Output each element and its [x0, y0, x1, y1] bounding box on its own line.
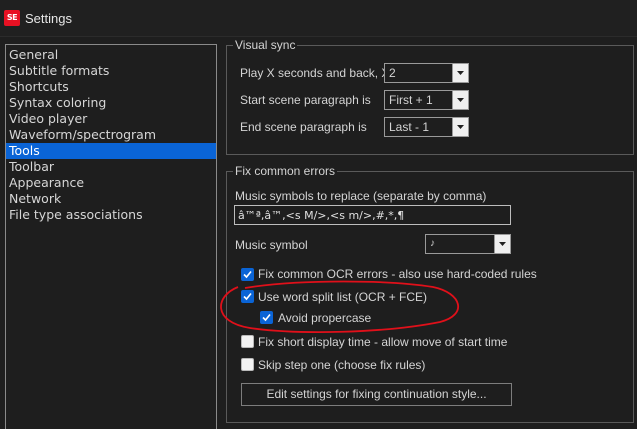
chevron-down-icon[interactable] [452, 64, 468, 82]
play-seconds-label: Play X seconds and back, X is [240, 66, 402, 80]
fix-ocr-errors-label: Fix common OCR errors - also use hard-co… [258, 267, 537, 281]
use-word-split-label: Use word split list (OCR + FCE) [258, 290, 428, 304]
chevron-down-icon[interactable] [452, 118, 468, 136]
nav-item-appearance[interactable]: Appearance [6, 175, 216, 191]
nav-item-video-player[interactable]: Video player [6, 111, 216, 127]
nav-item-general[interactable]: General [6, 47, 216, 63]
nav-item-waveform-spectrogram[interactable]: Waveform/spectrogram [6, 127, 216, 143]
avoid-propercase-checkbox[interactable] [260, 311, 273, 324]
fix-short-display-label: Fix short display time - allow move of s… [258, 335, 508, 349]
visual-sync-title: Visual sync [233, 38, 298, 52]
end-scene-label: End scene paragraph is [240, 120, 367, 134]
fix-ocr-errors-checkbox[interactable] [241, 268, 254, 281]
music-symbol-label: Music symbol [235, 238, 308, 252]
nav-item-syntax-coloring[interactable]: Syntax coloring [6, 95, 216, 111]
start-scene-label: Start scene paragraph is [240, 93, 371, 107]
music-symbol-select[interactable]: ♪ [425, 234, 511, 254]
avoid-propercase-label: Avoid propercase [278, 311, 372, 325]
chevron-down-icon[interactable] [452, 91, 468, 109]
play-seconds-select[interactable]: 2 [384, 63, 469, 83]
fix-short-display-checkbox[interactable] [241, 335, 254, 348]
play-seconds-value: 2 [389, 66, 396, 80]
nav-item-toolbar[interactable]: Toolbar [6, 159, 216, 175]
start-scene-value: First + 1 [389, 93, 433, 107]
end-scene-value: Last - 1 [389, 120, 430, 134]
music-symbol-value: ♪ [430, 238, 435, 249]
nav-item-network[interactable]: Network [6, 191, 216, 207]
music-symbols-label: Music symbols to replace (separate by co… [235, 189, 487, 203]
skip-step-one-label: Skip step one (choose fix rules) [258, 358, 426, 372]
window-title: Settings [25, 11, 72, 26]
music-symbols-input[interactable] [235, 206, 510, 224]
edit-continuation-style-button[interactable]: Edit settings for fixing continuation st… [241, 383, 512, 406]
skip-step-one-checkbox[interactable] [241, 358, 254, 371]
start-scene-select[interactable]: First + 1 [384, 90, 469, 110]
fix-common-errors-title: Fix common errors [233, 164, 338, 178]
chevron-down-icon[interactable] [494, 235, 510, 253]
settings-nav-list[interactable]: General Subtitle formats Shortcuts Synta… [5, 44, 217, 429]
nav-item-subtitle-formats[interactable]: Subtitle formats [6, 63, 216, 79]
nav-item-file-type-associations[interactable]: File type associations [6, 207, 216, 223]
music-symbols-field[interactable] [234, 205, 511, 225]
end-scene-select[interactable]: Last - 1 [384, 117, 469, 137]
app-logo-icon: SE [4, 10, 20, 26]
title-bar: SE Settings [0, 0, 637, 37]
use-word-split-checkbox[interactable] [241, 290, 254, 303]
nav-item-shortcuts[interactable]: Shortcuts [6, 79, 216, 95]
nav-item-tools[interactable]: Tools [6, 143, 216, 159]
